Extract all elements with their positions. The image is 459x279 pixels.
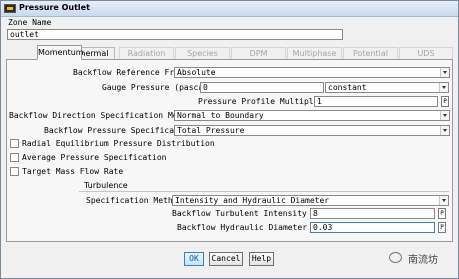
app-icon (4, 4, 16, 13)
backflow-reference-frame-value: Absolute (177, 68, 216, 77)
pressure-profile-multiplier-label: Pressure Profile Multiplier (198, 97, 329, 106)
turbulent-intensity-label: Backflow Turbulent Intensity (%) (172, 209, 327, 218)
chevron-down-icon (440, 111, 449, 120)
pressure-profile-multiplier-input[interactable]: 1 (314, 96, 438, 107)
ok-button[interactable]: OK (184, 252, 204, 266)
gauge-pressure-method-value: constant (328, 83, 367, 92)
turbulence-heading: Turbulence (84, 181, 128, 190)
window-title: Pressure Outlet (19, 3, 90, 12)
turbulent-intensity-parameter-button[interactable]: P (438, 208, 446, 219)
pressure-outlet-dialog: Pressure Outlet Zone Name outlet Momentu… (0, 0, 459, 279)
backflow-pressure-select[interactable]: Total Pressure (174, 125, 450, 136)
help-button[interactable]: Help (249, 252, 274, 266)
backflow-direction-select[interactable]: Normal to Boundary (174, 110, 450, 121)
hydraulic-diameter-parameter-button[interactable]: P (438, 222, 446, 233)
backflow-pressure-label: Backflow Pressure Specification (44, 126, 194, 135)
radial-equilibrium-label: Radial Equilibrium Pressure Distribution (22, 139, 215, 148)
specification-method-label: Specification Method (86, 196, 183, 205)
gauge-pressure-method-select[interactable]: constant (325, 82, 449, 93)
zone-name-label: Zone Name (8, 18, 52, 27)
radial-equilibrium-checkbox[interactable] (10, 139, 19, 148)
gauge-pressure-input[interactable]: 0 (200, 82, 324, 93)
backflow-reference-frame-label: Backflow Reference Frame (73, 68, 189, 77)
average-pressure-label: Average Pressure Specification (22, 153, 167, 162)
average-pressure-checkbox[interactable] (10, 153, 19, 162)
chevron-down-icon (439, 83, 448, 92)
watermark-text: 南流坊 (408, 255, 438, 266)
specification-method-select[interactable]: Intensity and Hydraulic Diameter (172, 195, 449, 206)
hydraulic-diameter-label: Backflow Hydraulic Diameter (m) (177, 223, 327, 232)
profile-multiplier-parameter-button[interactable]: P (441, 96, 449, 107)
backflow-pressure-value: Total Pressure (177, 126, 245, 135)
tab-momentum[interactable]: Momentum (37, 45, 84, 60)
hydraulic-diameter-input[interactable]: 0.03 (310, 222, 435, 233)
target-mass-flow-checkbox[interactable] (10, 167, 19, 176)
specification-method-value: Intensity and Hydraulic Diameter (175, 196, 330, 205)
backflow-reference-frame-select[interactable]: Absolute (174, 67, 450, 78)
target-mass-flow-label: Target Mass Flow Rate (22, 167, 124, 176)
backflow-direction-label: Backflow Direction Specification Method (9, 111, 197, 120)
turbulent-intensity-input[interactable]: 8 (310, 208, 435, 219)
wechat-logo-icon (389, 252, 402, 263)
gauge-pressure-label: Gauge Pressure (pascal) (102, 83, 213, 92)
chevron-down-icon (440, 68, 449, 77)
cancel-button[interactable]: Cancel (209, 252, 243, 266)
chevron-down-icon (440, 126, 449, 135)
zone-name-input[interactable]: outlet (7, 29, 343, 40)
chevron-down-icon (439, 196, 448, 205)
backflow-direction-value: Normal to Boundary (177, 111, 264, 120)
title-bar: Pressure Outlet (1, 1, 458, 17)
